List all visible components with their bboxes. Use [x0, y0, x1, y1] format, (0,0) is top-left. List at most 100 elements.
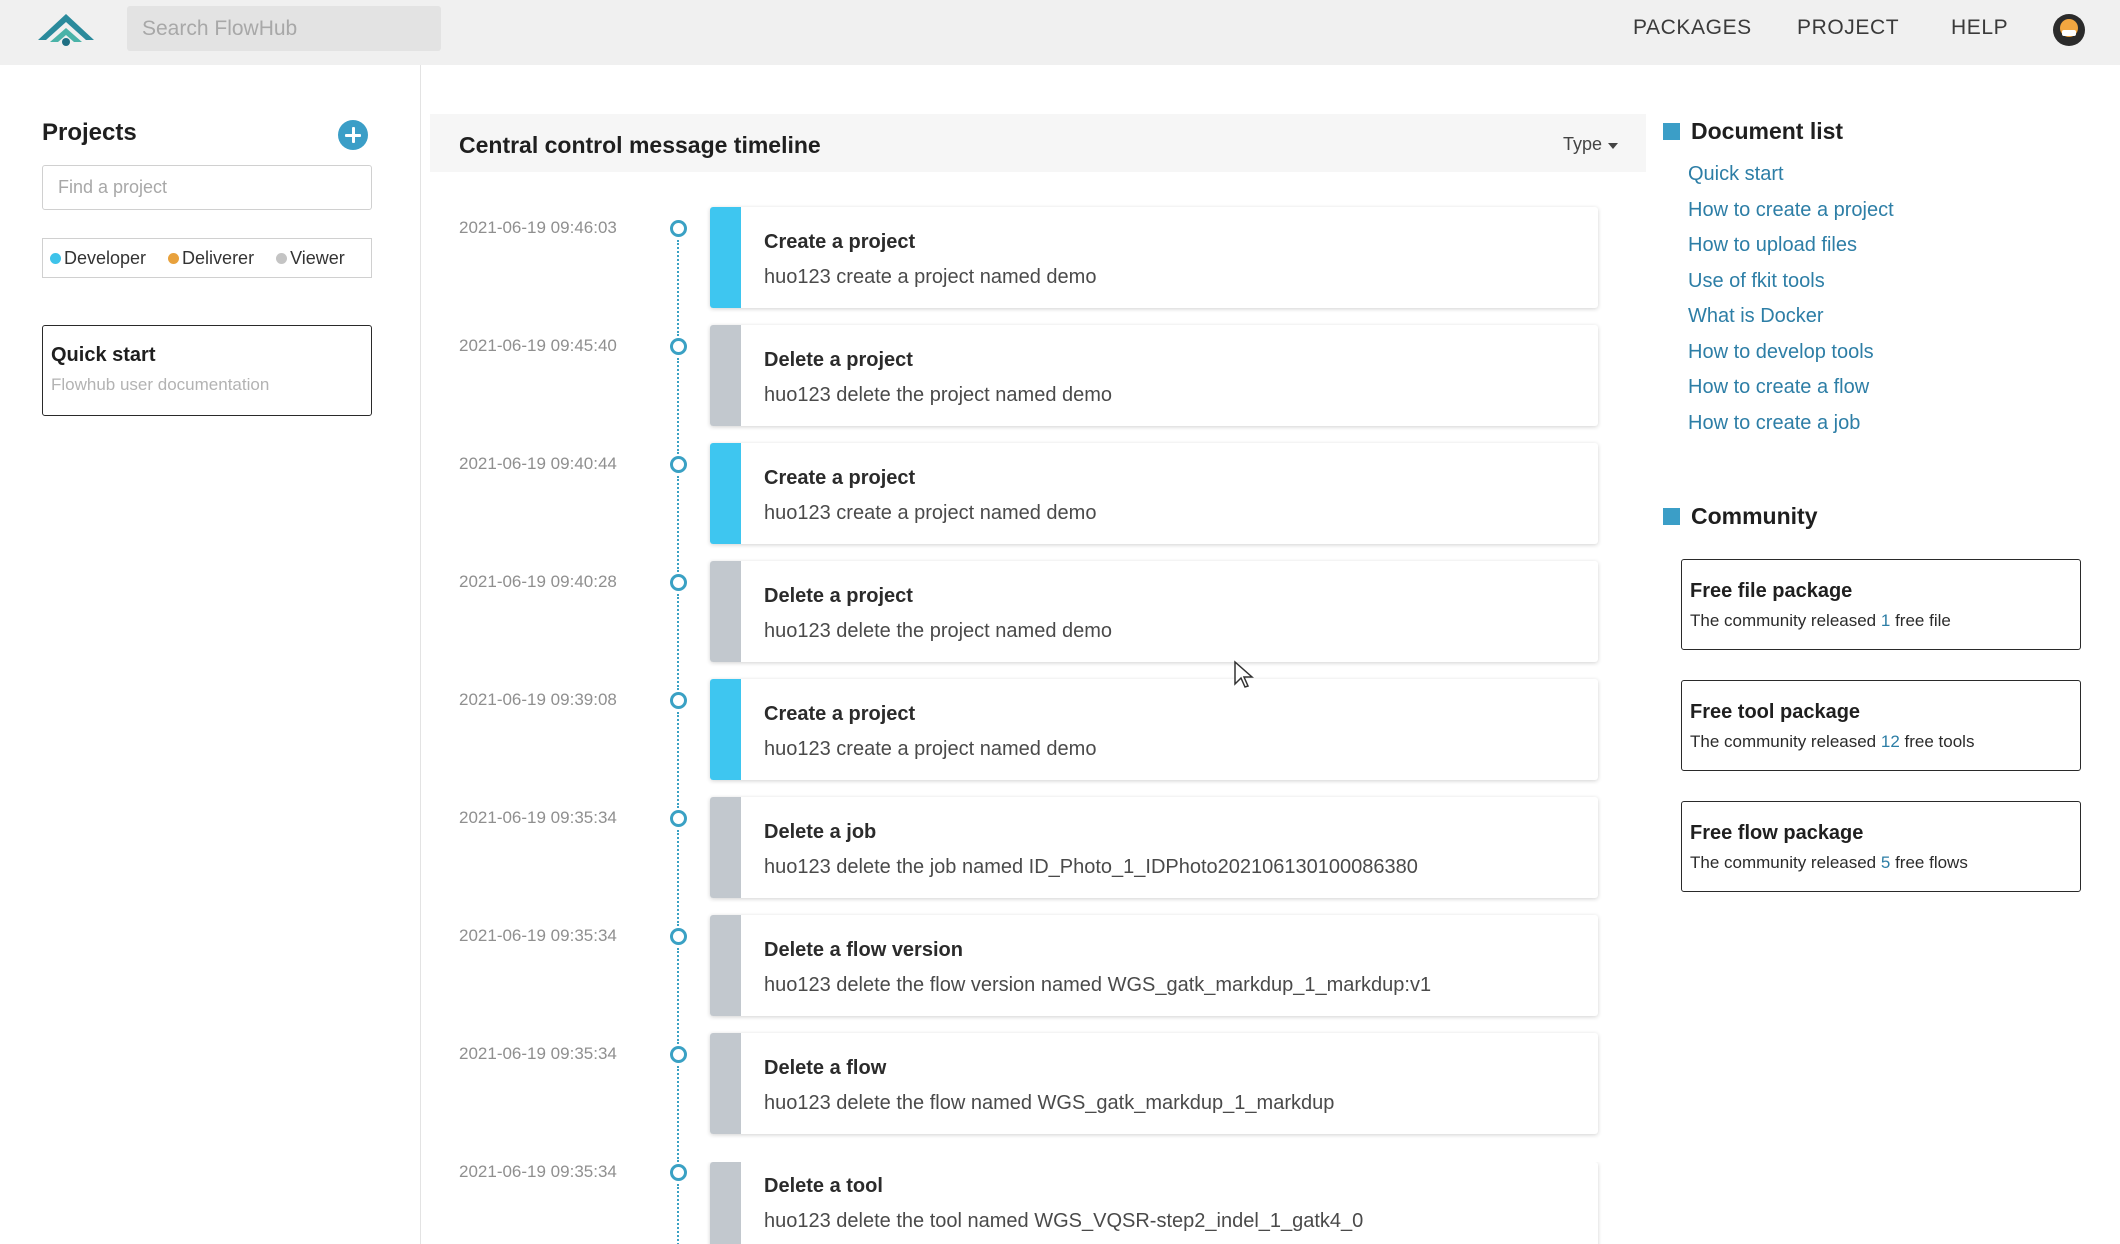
community-desc-suffix: free file: [1895, 611, 1951, 630]
event-title: Delete a flow version: [764, 939, 963, 961]
timeline-connector: [677, 476, 679, 572]
timeline-event: 2021-06-19 09:35:34 Delete a flow versio…: [0, 915, 1650, 1044]
event-title: Create a project: [764, 703, 916, 725]
timeline-node-icon: [670, 456, 687, 473]
event-time: 2021-06-19 09:35:34: [459, 808, 617, 827]
timeline-connector: [677, 594, 679, 690]
event-accent-bar: [710, 1033, 741, 1134]
caret-down-icon: [1608, 143, 1619, 149]
doc-link-create-project[interactable]: How to create a project: [1688, 199, 1894, 222]
timeline-connector: [677, 948, 679, 1044]
event-description: huo123 delete the flow version named WGS…: [764, 974, 1432, 996]
event-description: huo123 create a project named demo: [764, 502, 1097, 524]
community-card-desc: The community released 12 free tools: [1690, 732, 2072, 752]
community-card-files[interactable]: Free file package The community released…: [1681, 559, 2081, 650]
event-title: Delete a tool: [764, 1175, 883, 1197]
timeline-connector: [677, 240, 679, 336]
community-count: 12: [1880, 732, 1900, 751]
doc-link-upload-files[interactable]: How to upload files: [1688, 234, 1857, 257]
community-card-desc: The community released 5 free flows: [1690, 853, 2072, 873]
projects-title: Projects: [42, 119, 137, 146]
community-count: 5: [1880, 853, 1891, 872]
add-project-button[interactable]: [338, 120, 368, 150]
timeline-node-icon: [670, 928, 687, 945]
event-card[interactable]: Delete a job huo123 delete the job named…: [710, 797, 1598, 898]
event-accent-bar: [710, 325, 741, 426]
doc-link-fkit-tools[interactable]: Use of fkit tools: [1688, 270, 1825, 293]
event-title: Delete a flow: [764, 1057, 887, 1079]
event-card[interactable]: Delete a tool huo123 delete the tool nam…: [710, 1162, 1598, 1244]
nav-project[interactable]: PROJECT: [1797, 16, 1899, 40]
community-card-title: Free file package: [1690, 580, 1853, 602]
event-time: 2021-06-19 09:35:34: [459, 1044, 617, 1063]
doc-link-quick-start[interactable]: Quick start: [1688, 163, 1784, 186]
community-card-tools[interactable]: Free tool package The community released…: [1681, 680, 2081, 771]
find-project-input[interactable]: [42, 165, 372, 210]
community-desc-prefix: The community released: [1690, 732, 1877, 751]
doc-link-create-job[interactable]: How to create a job: [1688, 412, 1860, 435]
community-card-flows[interactable]: Free flow package The community released…: [1681, 801, 2081, 892]
event-accent-bar: [710, 679, 741, 780]
timeline-node-icon: [670, 692, 687, 709]
doc-link-develop-tools[interactable]: How to develop tools: [1688, 341, 1874, 364]
event-time: 2021-06-19 09:46:03: [459, 218, 617, 237]
event-card[interactable]: Create a project huo123 create a project…: [710, 207, 1598, 308]
timeline-node-icon: [670, 1046, 687, 1063]
community-desc-prefix: The community released: [1690, 611, 1877, 630]
nav-help[interactable]: HELP: [1951, 16, 2008, 40]
event-card[interactable]: Create a project huo123 create a project…: [710, 443, 1598, 544]
timeline-node-icon: [670, 810, 687, 827]
user-avatar-icon[interactable]: [2052, 13, 2086, 47]
event-description: huo123 delete the project named demo: [764, 620, 1113, 642]
timeline-node-icon: [670, 220, 687, 237]
event-title: Delete a project: [764, 585, 913, 607]
event-description: huo123 delete the project named demo: [764, 384, 1113, 406]
event-accent-bar: [710, 915, 741, 1016]
community-title: Community: [1663, 503, 1818, 530]
timeline-connector: [677, 712, 679, 808]
doc-link-create-flow[interactable]: How to create a flow: [1688, 376, 1869, 399]
timeline-connector: [677, 1184, 679, 1244]
nav-packages[interactable]: PACKAGES: [1633, 16, 1752, 40]
doc-link-docker[interactable]: What is Docker: [1688, 305, 1824, 328]
event-card[interactable]: Delete a project huo123 delete the proje…: [710, 325, 1598, 426]
event-card[interactable]: Delete a project huo123 delete the proje…: [710, 561, 1598, 662]
event-description: huo123 delete the flow named WGS_gatk_ma…: [764, 1092, 1335, 1114]
community-card-desc: The community released 1 free file: [1690, 611, 2072, 631]
event-description: huo123 create a project named demo: [764, 738, 1097, 760]
section-marker-icon: [1663, 508, 1680, 525]
community-desc-prefix: The community released: [1690, 853, 1877, 872]
event-description: huo123 delete the tool named WGS_VQSR-st…: [764, 1210, 1364, 1232]
event-card[interactable]: Delete a flow version huo123 delete the …: [710, 915, 1598, 1016]
event-card[interactable]: Delete a flow huo123 delete the flow nam…: [710, 1033, 1598, 1134]
event-time: 2021-06-19 09:45:40: [459, 336, 617, 355]
community-desc-suffix: free flows: [1895, 853, 1968, 872]
section-marker-icon: [1663, 123, 1680, 140]
timeline-title: Central control message timeline: [459, 132, 821, 158]
event-time: 2021-06-19 09:35:34: [459, 1162, 617, 1181]
event-card[interactable]: Create a project huo123 create a project…: [710, 679, 1598, 780]
event-description: huo123 delete the job named ID_Photo_1_I…: [764, 856, 1418, 878]
timeline-event: 2021-06-19 09:40:28 Delete a project huo…: [0, 561, 1650, 690]
timeline-event: 2021-06-19 09:35:34 Delete a flow huo123…: [0, 1033, 1650, 1162]
search-input[interactable]: [127, 6, 441, 51]
mouse-pointer-icon: [1234, 660, 1254, 688]
type-filter-dropdown[interactable]: Type: [1563, 134, 1619, 155]
event-accent-bar: [710, 443, 741, 544]
timeline-node-icon: [670, 338, 687, 355]
event-time: 2021-06-19 09:40:44: [459, 454, 617, 473]
timeline-node-icon: [670, 1164, 687, 1181]
event-time: 2021-06-19 09:35:34: [459, 926, 617, 945]
event-title: Create a project: [764, 231, 916, 253]
section-title-text: Document list: [1691, 118, 1844, 144]
timeline-header: Central control message timeline Type: [430, 114, 1646, 172]
event-time: 2021-06-19 09:40:28: [459, 572, 617, 591]
timeline-event: 2021-06-19 09:35:34 Delete a tool huo123…: [0, 1162, 1650, 1244]
event-title: Delete a job: [764, 821, 877, 843]
timeline-event: 2021-06-19 09:46:03 Create a project huo…: [0, 207, 1650, 336]
timeline-event: 2021-06-19 09:45:40 Delete a project huo…: [0, 325, 1650, 454]
event-accent-bar: [710, 797, 741, 898]
event-time: 2021-06-19 09:39:08: [459, 690, 617, 709]
flowhub-logo[interactable]: [36, 8, 96, 48]
community-count: 1: [1880, 611, 1891, 630]
